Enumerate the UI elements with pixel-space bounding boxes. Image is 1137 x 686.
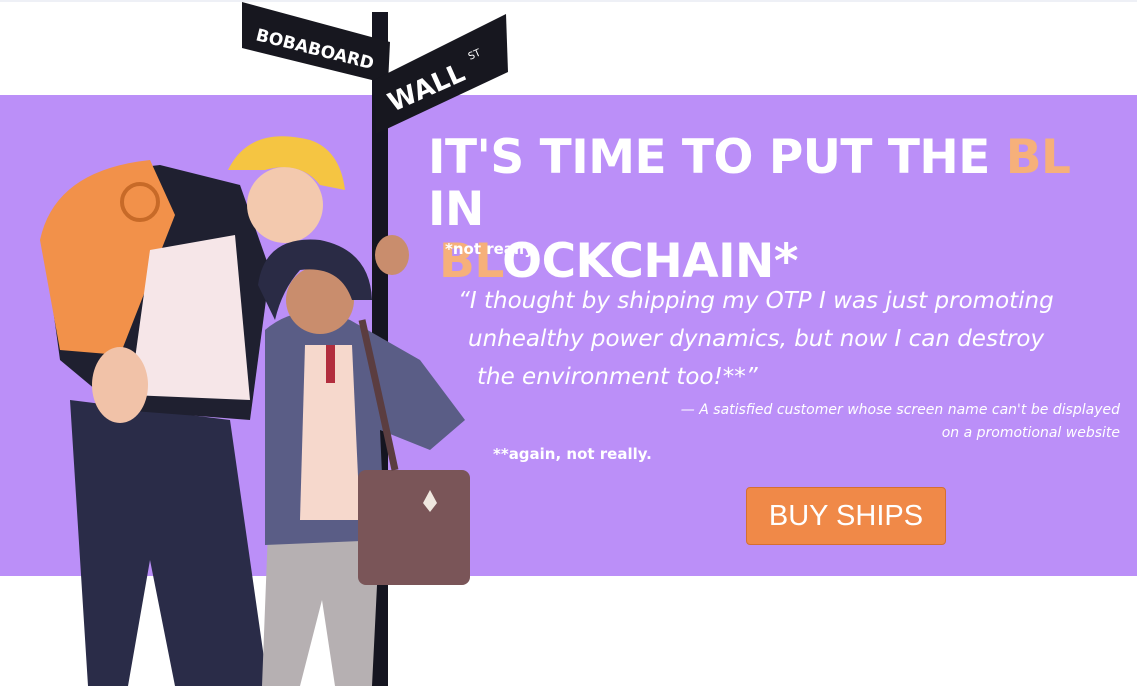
quote-line-2: unhealthy power dynamics, but now I can … [468,326,1045,352]
headline-highlight-1: BL [1005,130,1071,185]
tall-figure-legs [70,400,268,686]
quote-attribution: — A satisfied customer whose screen name… [600,399,1120,445]
hero-illustration: BOBABOARD WALL ST [40,2,508,686]
quote-line-3: the environment too!**” [477,364,758,390]
quote-line-1: “I thought by shipping my OTP I was just… [458,288,1054,314]
buy-ships-button[interactable]: BUY SHIPS [746,487,946,545]
testimonial-quote: “I thought by shipping my OTP I was just… [458,282,1088,396]
headline-text-3: OCKCHAIN* [502,234,798,289]
attribution-line-1: — A satisfied customer whose screen name… [680,402,1120,418]
tall-figure-hand [92,347,148,423]
headline-text-2: IN [428,182,484,237]
tall-figure-head [247,167,323,243]
footnote-again-not-really: **again, not really. [493,445,652,463]
short-figure-hand [375,235,409,275]
headline-text-1: IT'S TIME TO PUT THE [428,130,1006,185]
attribution-line-2: on a promotional website [941,425,1120,441]
short-figure-tie [326,345,335,383]
footnote-not-really: *not really [445,240,534,258]
satchel [358,470,470,585]
hero-headline: IT'S TIME TO PUT THE BL IN BLOCKCHAIN* [428,132,1118,288]
